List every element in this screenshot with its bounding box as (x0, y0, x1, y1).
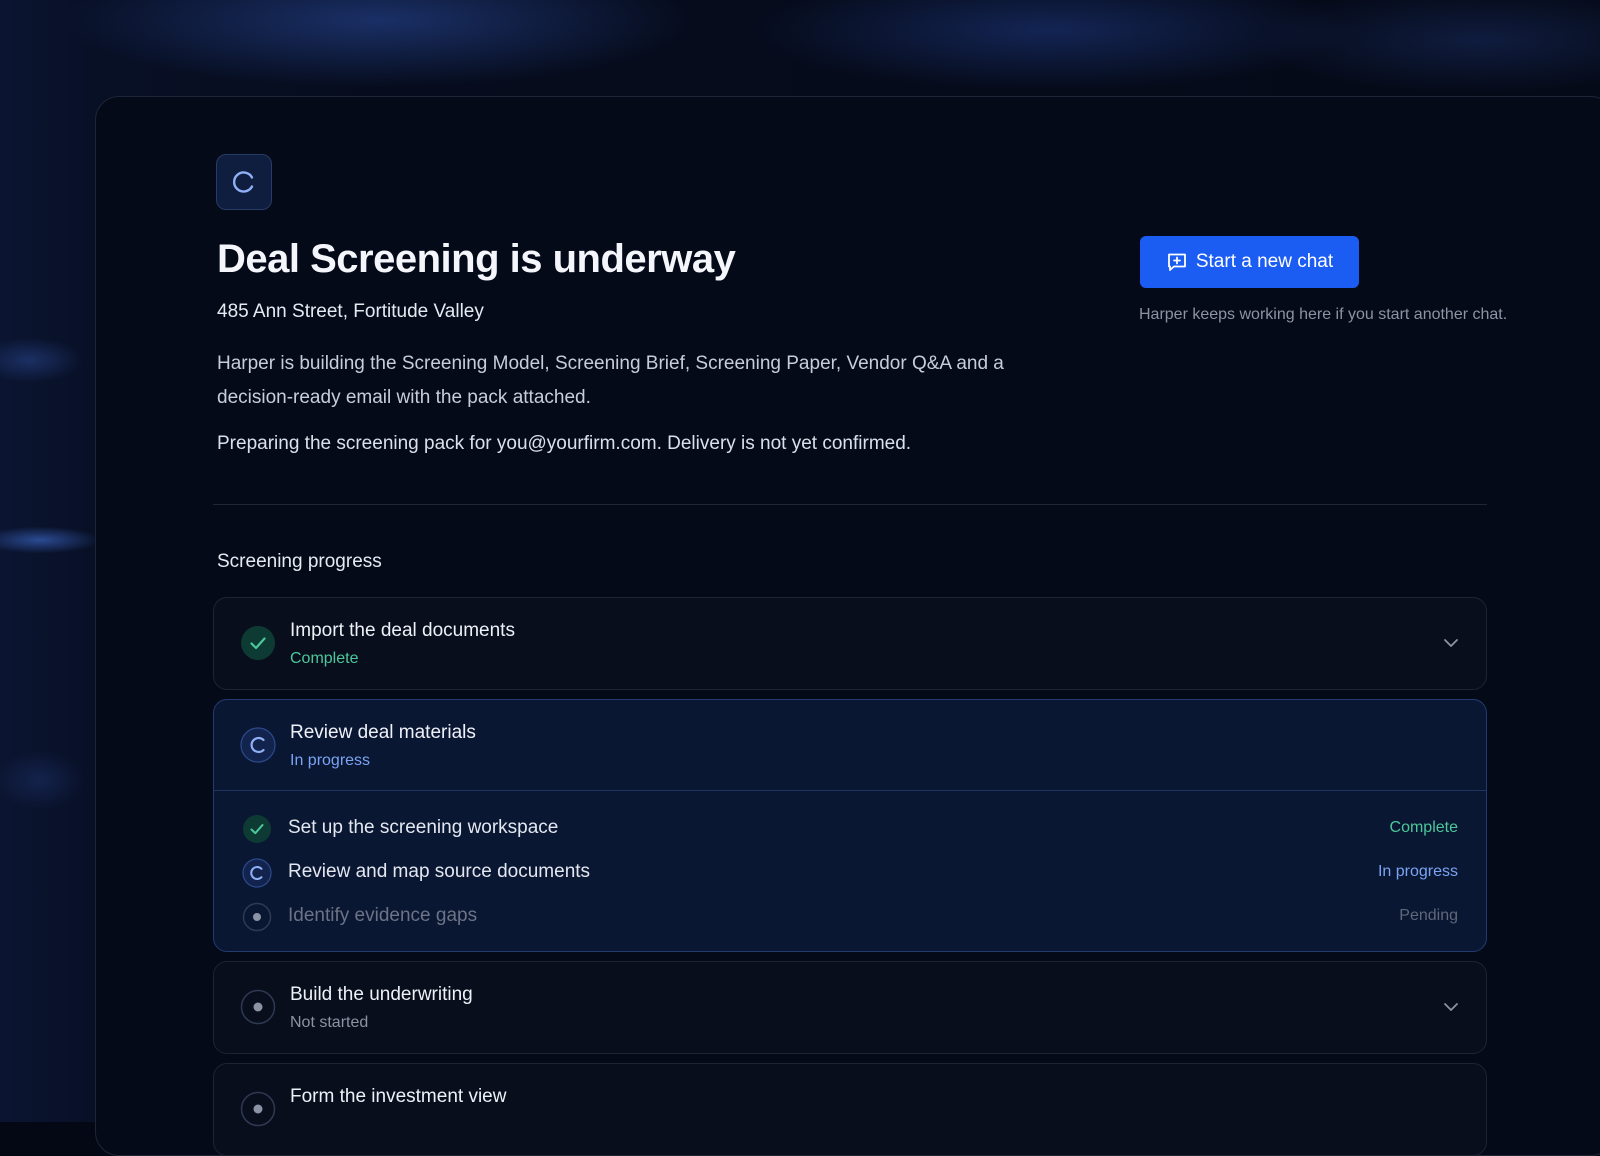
description: Harper is building the Screening Model, … (217, 353, 1004, 408)
step-status: Not started (290, 1014, 369, 1031)
substep-status: In progress (1377, 863, 1458, 880)
start-new-chat-label: Start a new chat (1195, 251, 1334, 272)
pending-dot-icon (242, 902, 272, 932)
pending-dot-icon (240, 989, 276, 1025)
start-new-chat-button[interactable]: Start a new chat (1140, 236, 1359, 288)
chat-plus-icon (1166, 251, 1188, 273)
step-card-review-materials[interactable]: Review deal materials In progress Set up… (213, 699, 1487, 952)
substep-list: Set up the screening workspace Complete … (214, 790, 1486, 939)
in-progress-icon (242, 858, 272, 888)
divider (213, 504, 1487, 505)
section-title: Screening progress (217, 551, 382, 572)
page-title: Deal Screening is underway (217, 237, 736, 281)
step-title: Build the underwriting (290, 984, 473, 1005)
step-title: Form the investment view (290, 1086, 507, 1107)
substep-item: Identify evidence gaps Pending (214, 895, 1486, 939)
substep-label: Set up the screening workspace (288, 817, 559, 838)
chevron-down-icon[interactable] (1440, 632, 1462, 654)
substep-item: Review and map source documents In progr… (214, 851, 1486, 895)
step-status: In progress (290, 752, 371, 769)
step-card-build-underwriting[interactable]: Build the underwriting Not started (213, 961, 1487, 1054)
substep-item: Set up the screening workspace Complete (214, 807, 1486, 851)
check-icon (243, 815, 271, 843)
chevron-down-icon[interactable] (1440, 996, 1462, 1018)
new-chat-note: Harper keeps working here if you start a… (1139, 306, 1508, 323)
delivery-note: Preparing the screening pack for you@you… (217, 433, 912, 454)
main-panel: Deal Screening is underway 485 Ann Stree… (95, 96, 1600, 1156)
step-status: Complete (290, 650, 359, 667)
in-progress-icon (240, 727, 276, 763)
loading-spinner-icon (216, 154, 272, 210)
substep-label: Identify evidence gaps (288, 905, 478, 926)
check-icon (241, 626, 275, 660)
step-title: Import the deal documents (290, 620, 515, 641)
step-card-investment-view[interactable]: Form the investment view (213, 1063, 1487, 1156)
substep-status: Pending (1399, 907, 1458, 924)
step-title: Review deal materials (290, 722, 476, 743)
step-card-import-documents[interactable]: Import the deal documents Complete (213, 597, 1487, 690)
substep-status: Complete (1389, 819, 1458, 836)
property-address: 485 Ann Street, Fortitude Valley (217, 301, 484, 322)
substep-label: Review and map source documents (288, 861, 591, 882)
